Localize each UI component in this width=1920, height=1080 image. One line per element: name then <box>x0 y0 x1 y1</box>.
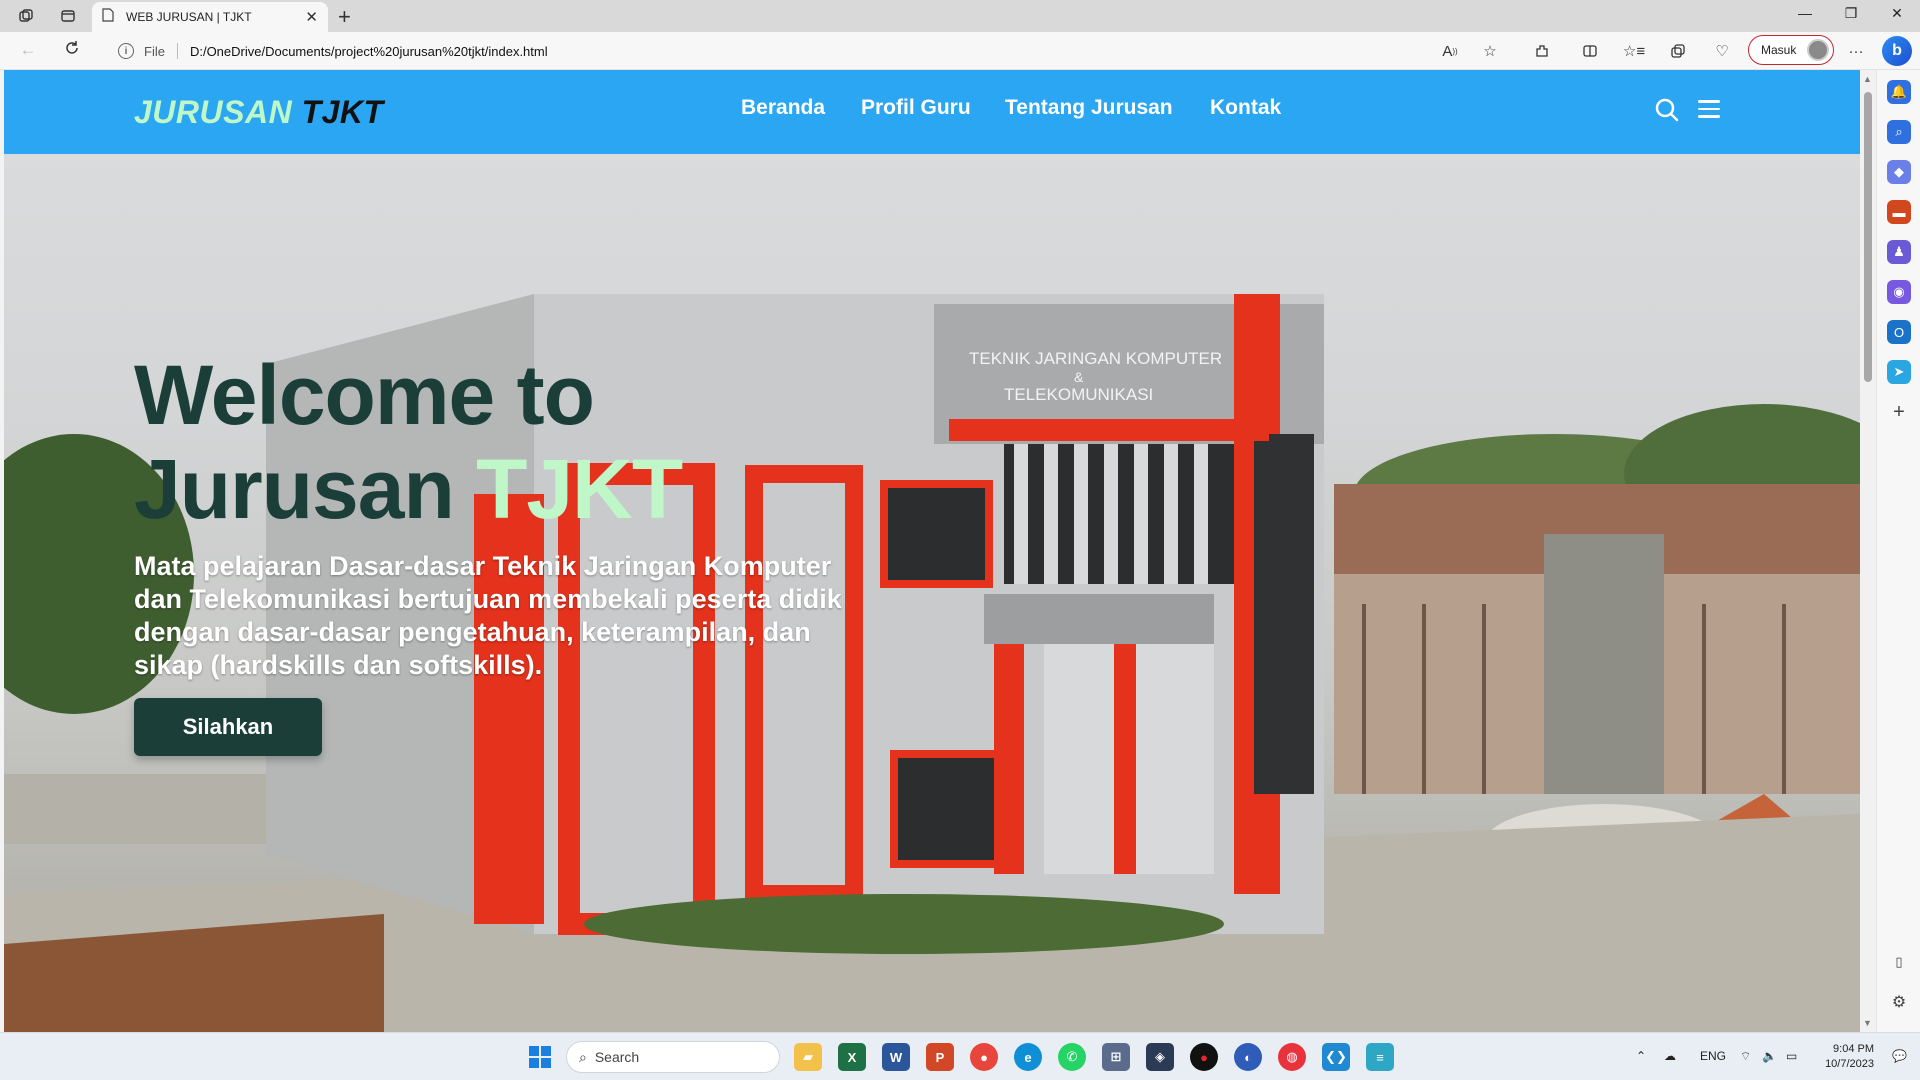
scroll-down-icon[interactable]: ▼ <box>1863 1018 1872 1028</box>
hide-sidebar-icon[interactable]: ▯ <box>1887 950 1911 974</box>
tab-bar: WEB JURUSAN | TJKT ✕ + — ❐ ✕ <box>0 0 1920 32</box>
scroll-up-icon[interactable]: ▲ <box>1863 74 1872 84</box>
building-sign-line3: TELEKOMUNIKASI <box>1004 385 1153 404</box>
hero-title-line2b: TJKT <box>476 442 683 536</box>
scrollbar-thumb[interactable] <box>1864 92 1872 382</box>
chrome-icon[interactable]: ● <box>970 1043 998 1071</box>
games-icon[interactable]: ♟ <box>1887 240 1911 264</box>
recorder-icon[interactable]: ● <box>1190 1043 1218 1071</box>
url-separator <box>176 43 178 59</box>
vertical-scrollbar[interactable]: ▲ ▼ <box>1860 70 1876 1032</box>
microsoft-365-icon[interactable]: ◉ <box>1887 280 1911 304</box>
nav-tentang-jurusan[interactable]: Tentang Jurusan <box>1005 96 1173 120</box>
volume-icon[interactable]: 🔈 <box>1762 1049 1777 1063</box>
search-icon[interactable] <box>1654 97 1680 123</box>
vscode-icon[interactable]: ❮❯ <box>1322 1043 1350 1071</box>
edge-icon[interactable]: e <box>1014 1043 1042 1071</box>
notepad-icon[interactable]: ≡ <box>1366 1043 1394 1071</box>
sidebar-settings-gear-icon[interactable]: ⚙ <box>1887 990 1911 1014</box>
virtualbox-icon[interactable]: ◈ <box>1146 1043 1174 1071</box>
site-info-icon[interactable]: i <box>118 43 134 59</box>
site-logo[interactable]: JURUSAN TJKT <box>134 94 384 131</box>
notifications-bell-icon[interactable]: 🔔 <box>1887 80 1911 104</box>
tab-actions-icon[interactable] <box>58 6 78 26</box>
hero-title: Welcome to Jurusan TJKT <box>134 348 683 536</box>
drop-icon[interactable]: ➤ <box>1887 360 1911 384</box>
page-viewport: TEKNIK JARINGAN KOMPUTER & TELEKOMUNIKAS… <box>4 70 1860 1032</box>
outlook-icon[interactable]: O <box>1887 320 1911 344</box>
file-explorer-icon[interactable]: ▰ <box>794 1043 822 1071</box>
show-hidden-icons-icon[interactable]: ⌃ <box>1636 1049 1646 1063</box>
extensions-icon[interactable] <box>1530 40 1554 62</box>
split-screen-icon[interactable] <box>1578 40 1602 62</box>
logo-tjkt: TJKT <box>301 94 384 130</box>
avatar <box>1807 39 1829 61</box>
refresh-button[interactable] <box>60 40 84 61</box>
system-clock[interactable]: 9:04 PM 10/7/2023 <box>1818 1042 1874 1072</box>
clock-date: 10/7/2023 <box>1825 1058 1874 1070</box>
hamburger-menu-icon[interactable] <box>1698 100 1720 120</box>
favorite-star-icon[interactable]: ☆ <box>1478 40 1502 62</box>
workspaces-icon[interactable] <box>16 6 36 26</box>
word-icon[interactable]: W <box>882 1043 910 1071</box>
wifi-icon[interactable]: ⌔ <box>1740 1049 1751 1064</box>
logo-jurusan: JURUSAN <box>134 94 293 130</box>
taskbar-search-icon: ⌕ <box>579 1048 587 1065</box>
network-app-icon[interactable]: ⊞ <box>1102 1043 1130 1071</box>
favorites-icon[interactable]: ☆≡ <box>1622 40 1646 62</box>
taskbar-search-label: Search <box>594 1049 640 1065</box>
tab-title: WEB JURUSAN | TJKT <box>126 10 252 24</box>
more-options-icon[interactable]: ··· <box>1844 40 1868 62</box>
hero-title-line1: Welcome to <box>134 348 595 442</box>
site-header: JURUSAN TJKT Beranda Profil Guru Tentang… <box>4 70 1860 154</box>
hero-description: Mata pelajaran Dasar-dasar Teknik Jaring… <box>134 551 842 680</box>
nav-beranda[interactable]: Beranda <box>741 96 825 120</box>
tab-active[interactable]: WEB JURUSAN | TJKT ✕ <box>92 2 328 32</box>
app-red-icon[interactable]: ◍ <box>1278 1043 1306 1071</box>
url-scheme: File <box>144 43 165 59</box>
wireshark-icon[interactable]: ◐ <box>1234 1043 1262 1071</box>
clock-time: 9:04 PM <box>1833 1043 1874 1055</box>
windows-taskbar: ⌕ Search ▰ X W P ● e ✆ ⊞ ◈ ● ◐ ◍ ❮❯ ≡ ⌃ … <box>0 1032 1920 1080</box>
add-sidebar-app-icon[interactable]: + <box>1887 400 1911 424</box>
onedrive-icon[interactable]: ☁ <box>1664 1049 1676 1063</box>
nav-profil-guru[interactable]: Profil Guru <box>861 96 971 120</box>
url-field[interactable]: i File D:/OneDrive/Documents/project%20j… <box>108 36 1518 66</box>
battery-icon[interactable]: ▭ <box>1786 1049 1797 1063</box>
new-tab-button[interactable]: + <box>338 4 351 30</box>
minimize-button[interactable]: — <box>1790 5 1820 21</box>
shopping-tag-icon[interactable]: ◆ <box>1887 160 1911 184</box>
url-text: D:/OneDrive/Documents/project%20jurusan%… <box>189 43 548 59</box>
nav-kontak[interactable]: Kontak <box>1210 96 1281 120</box>
sidebar-search-icon[interactable]: ⌕ <box>1887 120 1911 144</box>
language-indicator[interactable]: ENG <box>1700 1049 1726 1063</box>
signin-label: Masuk <box>1761 43 1797 57</box>
restore-button[interactable]: ❐ <box>1836 5 1866 22</box>
page-icon <box>102 7 114 27</box>
whatsapp-icon[interactable]: ✆ <box>1058 1043 1086 1071</box>
address-bar-row: ← i File D:/OneDrive/Documents/project%2… <box>0 32 1920 70</box>
start-windows-icon[interactable] <box>526 1043 554 1071</box>
close-tab-icon[interactable]: ✕ <box>305 8 318 26</box>
hero-title-line2a: Jurusan <box>134 442 455 536</box>
signin-button[interactable]: Masuk <box>1748 35 1834 65</box>
collections-icon[interactable] <box>1666 40 1690 62</box>
notification-center-icon[interactable]: 💬 <box>1892 1049 1907 1063</box>
building-sign-line2: & <box>1074 369 1084 385</box>
bing-copilot-icon[interactable]: b <box>1882 36 1912 66</box>
silahkan-button[interactable]: Silahkan <box>134 698 322 756</box>
edge-sidebar: 🔔 ⌕ ◆ ▬ ♟ ◉ O ➤ + ▯ ⚙ <box>1876 70 1920 1032</box>
read-aloud-icon[interactable]: A)) <box>1438 40 1462 62</box>
excel-icon[interactable]: X <box>838 1043 866 1071</box>
tools-briefcase-icon[interactable]: ▬ <box>1887 200 1911 224</box>
back-button[interactable]: ← <box>16 40 40 60</box>
browser-essentials-icon[interactable]: ♡ <box>1710 40 1734 62</box>
close-window-button[interactable]: ✕ <box>1882 5 1912 22</box>
taskbar-search[interactable]: ⌕ Search <box>566 1041 780 1073</box>
building-sign-line1: TEKNIK JARINGAN KOMPUTER <box>969 349 1222 368</box>
powerpoint-icon[interactable]: P <box>926 1043 954 1071</box>
